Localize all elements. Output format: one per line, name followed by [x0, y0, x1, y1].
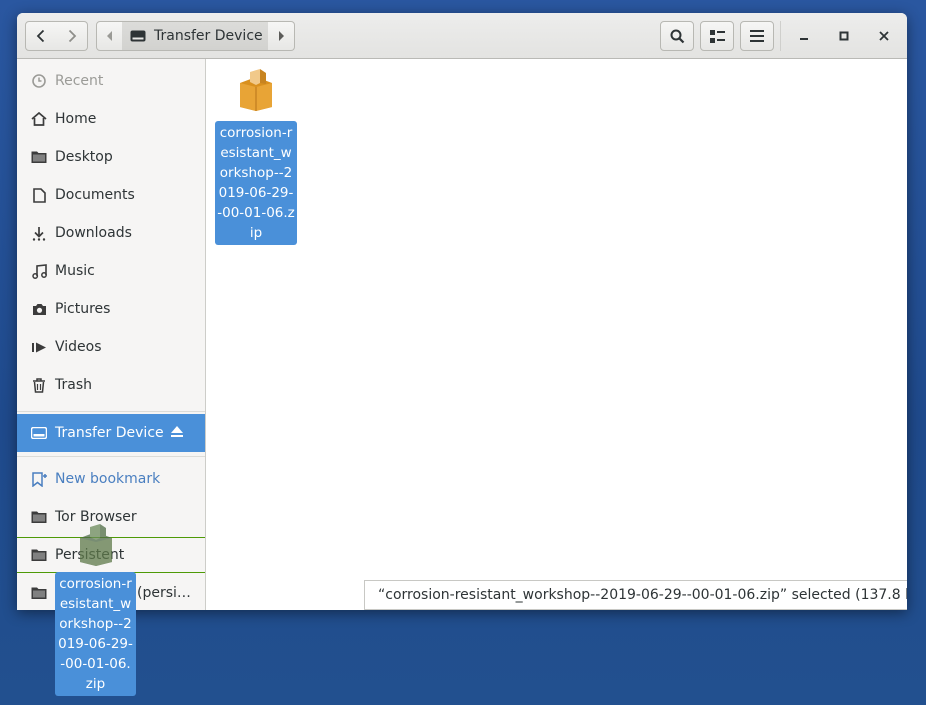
selection-status-bar: “corrosion-resistant_workshop--2019-06-2… — [364, 580, 907, 610]
sidebar-item-music[interactable]: Music — [17, 252, 205, 290]
folder-icon — [31, 585, 47, 601]
sidebar-divider — [17, 411, 205, 412]
sidebar-item-videos[interactable]: Videos — [17, 328, 205, 366]
folder-icon — [31, 509, 47, 525]
sidebar-item-label: Desktop — [55, 149, 113, 165]
folder-icon — [31, 149, 47, 165]
drag-file-label: corrosion-resistant_workshop--2019-06-29… — [55, 572, 136, 696]
sidebar-item-label: Transfer Device — [55, 425, 164, 441]
status-text: “corrosion-resistant_workshop--2019-06-2… — [378, 587, 907, 603]
triangle-left-icon — [106, 31, 112, 41]
music-icon — [31, 263, 47, 279]
file-manager-window: Transfer Device Recent Home Desktop Docu… — [17, 13, 907, 610]
camera-icon — [31, 301, 47, 317]
header-separator — [780, 21, 781, 51]
close-icon — [879, 31, 889, 41]
back-button[interactable] — [25, 21, 57, 51]
forward-button[interactable] — [56, 21, 88, 51]
path-scroll-left-button[interactable] — [96, 21, 123, 51]
path-crumb-label: Transfer Device — [154, 28, 263, 44]
sidebar-item-trash[interactable]: Trash — [17, 366, 205, 404]
sidebar-item-label: Music — [55, 263, 95, 279]
sidebar-item-downloads[interactable]: Downloads — [17, 214, 205, 252]
eject-icon[interactable] — [170, 425, 184, 442]
sidebar-item-transfer-device[interactable]: Transfer Device — [17, 414, 205, 452]
search-button[interactable] — [660, 21, 694, 51]
bookmark-add-icon — [31, 471, 47, 487]
drive-icon — [130, 30, 146, 42]
path-crumb-transfer-device[interactable]: Transfer Device — [122, 21, 269, 51]
folder-icon — [31, 547, 47, 563]
sidebar-item-label: Home — [55, 111, 97, 127]
sidebar-item-pictures[interactable]: Pictures — [17, 290, 205, 328]
maximize-icon — [839, 31, 849, 41]
trash-icon — [31, 377, 47, 393]
header-bar: Transfer Device — [17, 13, 907, 59]
drag-ghost: corrosion-resistant_workshop--2019-06-29… — [55, 524, 136, 696]
drive-icon — [31, 425, 47, 441]
close-button[interactable] — [869, 21, 899, 51]
triangle-right-icon — [279, 31, 284, 41]
file-name-label: corrosion-resistant_workshop--2019-06-29… — [215, 121, 297, 245]
menu-button[interactable] — [740, 21, 774, 51]
sidebar-divider — [17, 456, 205, 457]
sidebar-item-label: Downloads — [55, 225, 132, 241]
sidebar-item-recent[interactable]: Recent — [17, 62, 205, 100]
sidebar-item-label: Videos — [55, 339, 102, 355]
hamburger-menu-icon — [750, 30, 764, 42]
file-view[interactable]: corrosion-resistant_workshop--2019-06-29… — [206, 59, 907, 610]
document-icon — [31, 187, 47, 203]
home-icon — [31, 111, 47, 127]
search-icon — [670, 29, 684, 43]
sidebar-item-label: Pictures — [55, 301, 111, 317]
minimize-icon — [800, 38, 808, 40]
path-scroll-right-button[interactable] — [268, 21, 295, 51]
sidebar-item-label: Trash — [55, 377, 92, 393]
video-icon — [31, 339, 47, 355]
sidebar-item-label: Recent — [55, 73, 104, 89]
package-icon — [79, 524, 112, 566]
sidebar-item-label: New bookmark — [55, 471, 161, 487]
clock-icon — [31, 73, 47, 89]
chevron-left-icon — [36, 29, 45, 43]
file-item[interactable]: corrosion-resistant_workshop--2019-06-29… — [215, 69, 297, 245]
chevron-right-icon — [68, 29, 76, 43]
sidebar-item-label: (persi… — [137, 585, 191, 601]
sidebar-item-desktop[interactable]: Desktop — [17, 138, 205, 176]
minimize-button[interactable] — [789, 21, 819, 51]
download-icon — [31, 225, 47, 241]
sidebar-item-home[interactable]: Home — [17, 100, 205, 138]
maximize-button[interactable] — [829, 21, 859, 51]
sidebar-item-documents[interactable]: Documents — [17, 176, 205, 214]
package-icon — [240, 69, 272, 111]
sidebar-item-label: Tor Browser — [55, 509, 137, 525]
list-view-icon — [709, 29, 725, 43]
view-list-button[interactable] — [700, 21, 734, 51]
sidebar-item-new-bookmark[interactable]: New bookmark — [17, 460, 205, 498]
sidebar-item-label: Documents — [55, 187, 135, 203]
